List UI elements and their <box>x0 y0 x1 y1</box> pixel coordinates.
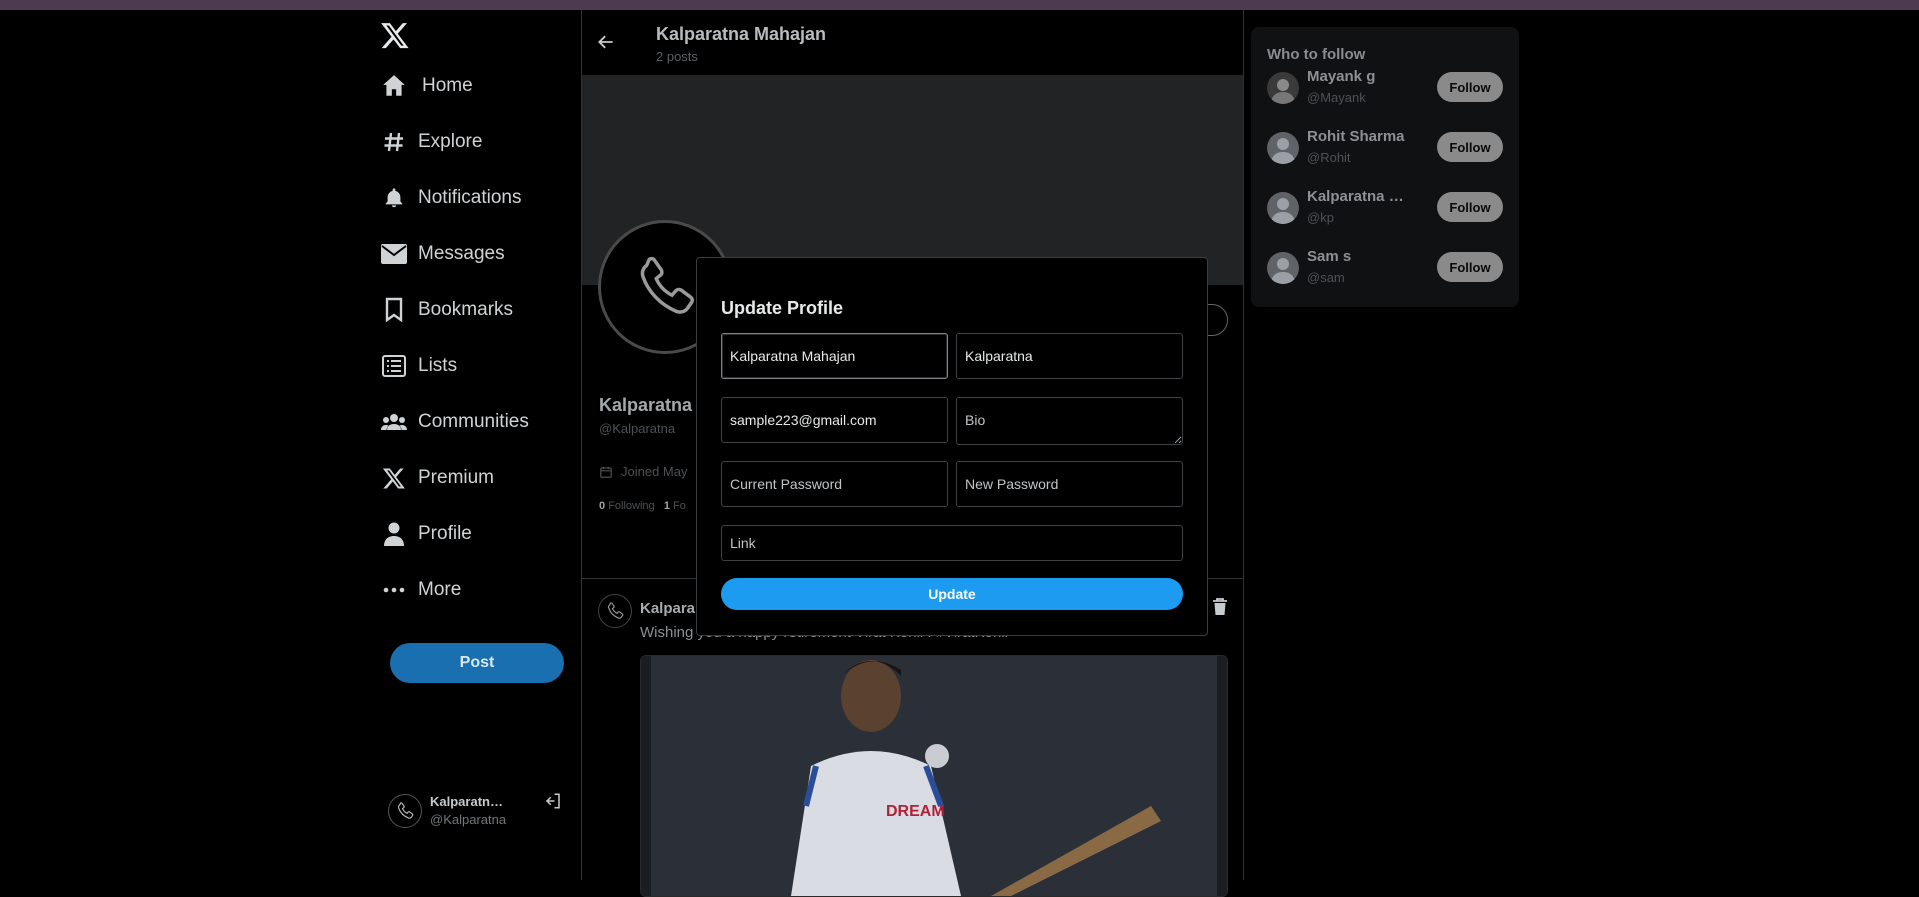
follow-button[interactable]: Follow <box>1437 252 1503 282</box>
svg-text:DREAM: DREAM <box>886 803 945 820</box>
nav-messages[interactable]: Messages <box>380 236 505 272</box>
follow-stats: 0 Following 1 Fo <box>599 500 686 512</box>
left-sidebar: Home Explore Notifications Messages Book… <box>380 10 580 880</box>
home-icon <box>380 72 408 100</box>
followers-label[interactable]: Fo <box>673 500 686 512</box>
list-item[interactable]: Kalparatna Mahajan @kp Follow <box>1267 188 1512 232</box>
profile-handle: @Kalparatna <box>599 421 676 436</box>
logout-icon[interactable] <box>544 792 564 812</box>
joined-date: Joined May <box>599 464 687 479</box>
user-name: Rohit Sharma <box>1307 128 1405 145</box>
trash-icon[interactable] <box>1212 598 1228 616</box>
user-name: Mayank g <box>1307 68 1376 85</box>
x-icon <box>380 464 408 492</box>
nav-lists[interactable]: Lists <box>380 348 457 384</box>
user-name: Sam s <box>1307 248 1352 265</box>
account-handle: @Kalparatna <box>430 812 507 827</box>
nav-notifications[interactable]: Notifications <box>380 180 522 216</box>
user-handle: @Rohit <box>1307 150 1351 165</box>
back-arrow-icon[interactable] <box>596 32 618 54</box>
page-title: Kalparatna Mahajan <box>656 24 827 44</box>
nav-profile[interactable]: Profile <box>380 516 472 552</box>
user-handle: @Mayank <box>1307 90 1366 105</box>
nav-explore[interactable]: Explore <box>380 124 482 160</box>
browser-top-strip <box>0 0 1919 10</box>
following-label[interactable]: Following <box>608 500 654 512</box>
profile-display-name: Kalparatna <box>599 395 693 415</box>
nav-lists-label: Lists <box>418 355 458 376</box>
username-field[interactable] <box>956 333 1183 379</box>
nav-explore-label: Explore <box>418 131 483 152</box>
follow-button[interactable]: Follow <box>1437 72 1503 102</box>
nav-communities[interactable]: Communities <box>380 404 529 440</box>
post-button[interactable]: Post <box>390 643 564 683</box>
user-name: Kalparatna Mahajan <box>1307 188 1415 205</box>
nav-communities-label: Communities <box>418 411 529 432</box>
post-author: Kalpara <box>640 600 696 617</box>
bookmark-icon <box>380 296 408 324</box>
nav-more[interactable]: More <box>380 572 461 608</box>
avatar <box>1267 72 1299 104</box>
envelope-icon <box>380 240 408 268</box>
bio-field[interactable] <box>956 397 1183 445</box>
post-avatar[interactable] <box>598 594 632 628</box>
nav-home[interactable]: Home <box>380 68 473 104</box>
user-icon <box>380 520 408 548</box>
nav-premium-label: Premium <box>418 467 495 488</box>
calendar-icon <box>600 466 612 478</box>
list-item[interactable]: Mayank g @Mayank Follow <box>1267 68 1512 112</box>
list-icon <box>380 352 408 380</box>
update-profile-modal: Update Profile Update <box>696 257 1208 636</box>
email-field[interactable] <box>721 397 948 443</box>
people-icon <box>380 408 408 436</box>
x-logo-icon[interactable] <box>380 20 414 54</box>
who-to-follow-panel: Who to follow Mayank g @Mayank Follow Ro… <box>1251 27 1519 307</box>
nav-profile-label: Profile <box>418 523 472 544</box>
list-item[interactable]: Rohit Sharma @Rohit Follow <box>1267 128 1512 172</box>
followers-count: 1 <box>663 500 670 512</box>
avatar <box>1267 192 1299 224</box>
avatar <box>388 794 422 828</box>
joined-label: Joined May <box>621 464 688 479</box>
post-image[interactable]: DREAM <box>640 655 1228 897</box>
bell-icon <box>380 184 408 212</box>
following-count: 0 <box>599 500 606 512</box>
nav-more-label: More <box>418 579 462 600</box>
hash-icon <box>380 128 408 156</box>
user-handle: @sam <box>1307 270 1345 285</box>
nav-bookmarks[interactable]: Bookmarks <box>380 292 513 328</box>
avatar <box>1267 252 1299 284</box>
nav-premium[interactable]: Premium <box>380 460 494 496</box>
nav-notifications-label: Notifications <box>418 187 522 208</box>
who-to-follow-title: Who to follow <box>1267 46 1366 63</box>
account-name: Kalparatna Mahajan <box>430 794 510 809</box>
follow-button[interactable]: Follow <box>1437 192 1503 222</box>
posts-count: 2 posts <box>656 49 698 64</box>
list-item[interactable]: Sam s @sam Follow <box>1267 248 1512 292</box>
nav-home-label: Home <box>422 75 473 96</box>
current-password-field[interactable] <box>721 461 948 507</box>
name-field[interactable] <box>721 333 948 379</box>
user-handle: @kp <box>1307 210 1334 225</box>
nav-messages-label: Messages <box>418 243 505 264</box>
avatar <box>1267 132 1299 164</box>
nav-bookmarks-label: Bookmarks <box>418 299 514 320</box>
link-field[interactable] <box>721 525 1183 561</box>
dots-icon <box>380 576 408 604</box>
account-switcher[interactable]: Kalparatna Mahajan @Kalparatna <box>388 790 568 840</box>
new-password-field[interactable] <box>956 461 1183 507</box>
follow-button[interactable]: Follow <box>1437 132 1503 162</box>
modal-title: Update Profile <box>721 298 844 318</box>
update-button[interactable]: Update <box>721 578 1183 610</box>
